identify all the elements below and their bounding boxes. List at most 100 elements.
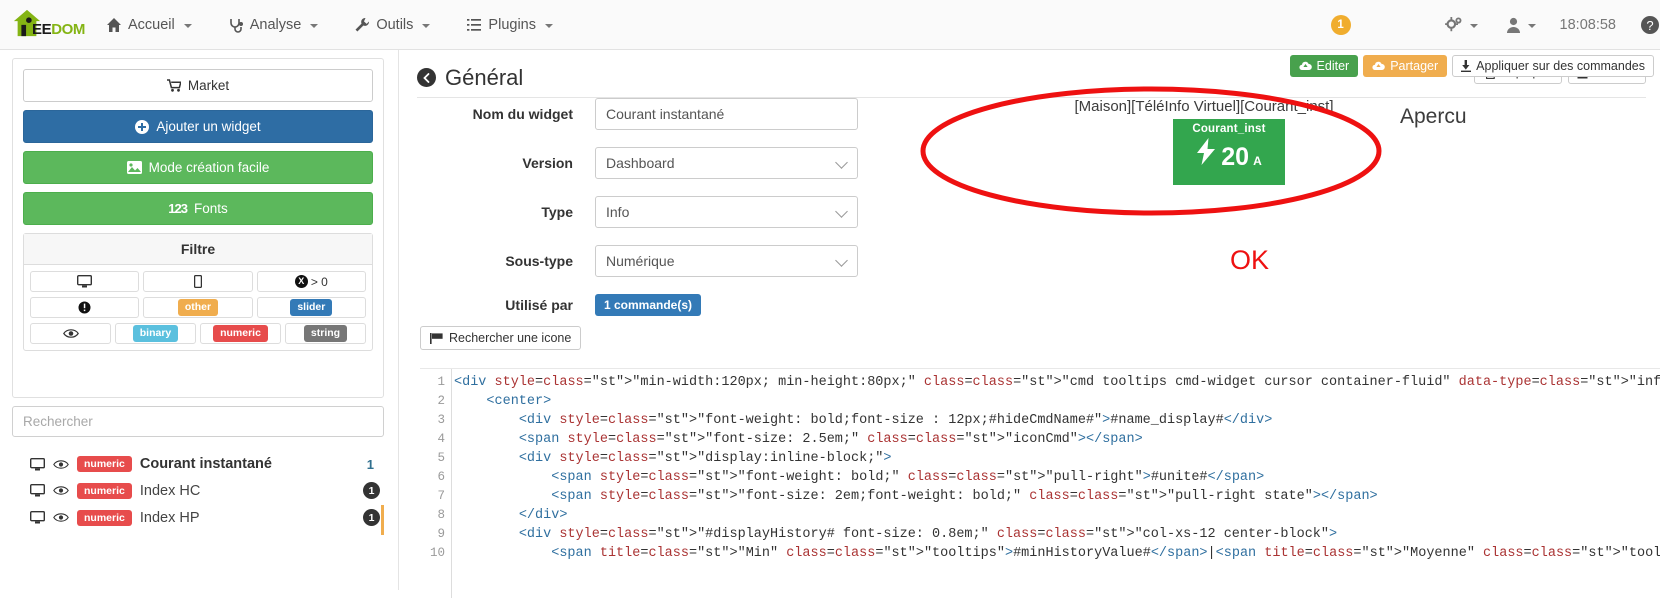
cart-icon [166, 79, 181, 92]
filter-numeric-tag: numeric [213, 325, 268, 342]
apply-button-label: Appliquer sur des commandes [1476, 59, 1645, 73]
filter-string-toggle[interactable]: string [285, 323, 366, 344]
share-button[interactable]: Partager [1363, 55, 1448, 77]
apply-to-commands-button[interactable]: Appliquer sur des commandes [1452, 55, 1654, 77]
brand-text-dom: DOM [51, 20, 86, 38]
nav-label-analyse: Analyse [249, 16, 302, 33]
filter-visible-toggle[interactable] [30, 323, 111, 344]
filter-desktop-toggle[interactable] [30, 271, 140, 292]
preview-widget-value: 20 [1221, 143, 1250, 171]
filter-row-1: X > 0 [30, 271, 366, 292]
type-select-value: Info [606, 204, 630, 220]
settings-menu-button[interactable] [1431, 0, 1492, 50]
market-button[interactable]: Market [23, 69, 373, 102]
back-arrow-icon[interactable] [417, 68, 436, 87]
line-number: 8 [437, 508, 445, 522]
widget-form: Nom du widget Version Dashboard Type Inf… [399, 98, 919, 333]
form-row-type: Type Info [399, 196, 919, 228]
fonts-button-label: Fonts [193, 201, 228, 216]
easy-creation-mode-label: Mode création facile [148, 160, 270, 175]
user-menu-button[interactable] [1492, 0, 1550, 50]
filter-greater-than-zero-toggle[interactable]: X > 0 [256, 271, 366, 292]
share-button-label: Partager [1390, 59, 1439, 73]
list-item-type-tag: numeric [77, 456, 132, 473]
list-item-type-tag: numeric [77, 509, 132, 526]
edit-button[interactable]: Editer [1289, 55, 1359, 77]
search-icon-button[interactable]: Rechercher une icone [420, 326, 582, 350]
widget-name-input[interactable] [595, 98, 858, 130]
desktop-icon [30, 511, 45, 524]
gear-icon [1444, 16, 1462, 31]
filter-info-toggle[interactable] [30, 297, 140, 318]
list-item[interactable]: numeric Index HC 1 [0, 477, 396, 504]
notification-badge[interactable]: 1 [1330, 14, 1351, 35]
action-buttons: Editer Partager Appliquer sur des comman… [1289, 55, 1654, 77]
list-item[interactable]: numeric Index HP 1 [0, 504, 396, 531]
subtype-select[interactable]: Numérique [595, 245, 858, 277]
stethoscope-icon [229, 18, 243, 33]
filter-binary-toggle[interactable]: binary [115, 323, 196, 344]
form-row-version: Version Dashboard [399, 147, 919, 179]
home-icon [107, 17, 121, 32]
fonts-button[interactable]: 123 Fonts [23, 192, 373, 225]
eye-icon [53, 459, 69, 469]
code-line: <span style=class="st">"font-size: 2.5em… [518, 432, 1143, 447]
filter-other-toggle[interactable]: other [143, 297, 253, 318]
help-button[interactable]: ? [1626, 0, 1660, 50]
usedby-field-label: Utilisé par [505, 297, 573, 313]
line-number: 5 [437, 451, 445, 465]
filter-row-3: binary numeric string [30, 323, 366, 344]
filter-numeric-toggle[interactable]: numeric [200, 323, 281, 344]
form-row-name: Nom du widget [399, 98, 919, 130]
chevron-down-icon [544, 23, 553, 28]
form-row-subtype: Sous-type Numérique [399, 245, 919, 277]
add-widget-button[interactable]: Ajouter un widget [23, 110, 373, 143]
version-select[interactable]: Dashboard [595, 147, 858, 179]
sidebar-panel: Market Ajouter un widget Mode création f… [12, 58, 384, 398]
chevron-down-icon [183, 23, 192, 28]
version-field-label: Version [522, 155, 573, 171]
command-list: numeric Courant instantané 1 numeric Ind… [0, 451, 396, 531]
filter-slider-tag: slider [290, 299, 333, 316]
code-editor[interactable]: 1 2 3 4 5 6 7 8 9 10 <div style=class="s… [420, 368, 1660, 598]
filter-panel: Filtre X > 0 other slider binary numeric… [23, 233, 373, 351]
filter-other-tag: other [177, 299, 219, 316]
brand-text-ee: EE [32, 20, 52, 38]
list-item-label: Courant instantané [139, 456, 272, 473]
top-navigation-bar: EEDOM Accueil Analyse Outils Plugins 1 1… [0, 0, 1660, 50]
filter-mobile-toggle[interactable] [143, 271, 253, 292]
search-icon-button-label: Rechercher une icone [449, 331, 572, 345]
subtype-field-label: Sous-type [505, 253, 573, 269]
line-number: 9 [437, 527, 445, 541]
eye-icon [62, 329, 79, 338]
usedby-badge[interactable]: 1 commande(s) [595, 294, 702, 316]
line-number: 10 [429, 546, 445, 560]
nav-item-outils[interactable]: Outils [336, 0, 448, 50]
selection-indicator [381, 505, 384, 535]
nav-item-accueil[interactable]: Accueil [88, 0, 210, 50]
search-input[interactable] [12, 406, 384, 437]
code-line: <span title=class="st">"Min" class=class… [551, 546, 1660, 561]
filter-gt-label: > 0 [310, 274, 328, 289]
filter-slider-toggle[interactable]: slider [256, 297, 366, 318]
filter-panel-body: X > 0 other slider binary numeric string [24, 265, 372, 350]
list-item[interactable]: numeric Courant instantané 1 [0, 451, 396, 477]
cloud-upload-icon [1298, 61, 1312, 70]
type-select[interactable]: Info [595, 196, 858, 228]
code-content[interactable]: <div style=class="st">"min-width:120px; … [454, 373, 1660, 563]
nav-item-analyse[interactable]: Analyse [210, 0, 337, 50]
preview-widget-value-row: 20 A [1173, 138, 1285, 170]
easy-creation-mode-button[interactable]: Mode création facile [23, 151, 373, 184]
nav-item-plugins[interactable]: Plugins [448, 0, 571, 50]
add-widget-button-label: Ajouter un widget [156, 119, 261, 134]
code-line: </div> [518, 508, 568, 523]
code-line: <span style=class="st">"font-size: 2em;f… [551, 489, 1378, 504]
code-line: <div style=class="st">"display:inline-bl… [518, 451, 892, 466]
preview-widget-tile[interactable]: Courant_inst 20 A [1173, 119, 1285, 185]
nav-label-accueil: Accueil [128, 16, 175, 33]
brand-logo[interactable]: EEDOM [0, 0, 88, 50]
preview-path-text: [Maison][TéléInfo Virtuel][Courant_inst] [1074, 98, 1334, 115]
lightning-bolt-icon [1197, 138, 1216, 165]
widget-preview: [Maison][TéléInfo Virtuel][Courant_inst]… [959, 98, 1499, 185]
line-number: 3 [437, 413, 445, 427]
